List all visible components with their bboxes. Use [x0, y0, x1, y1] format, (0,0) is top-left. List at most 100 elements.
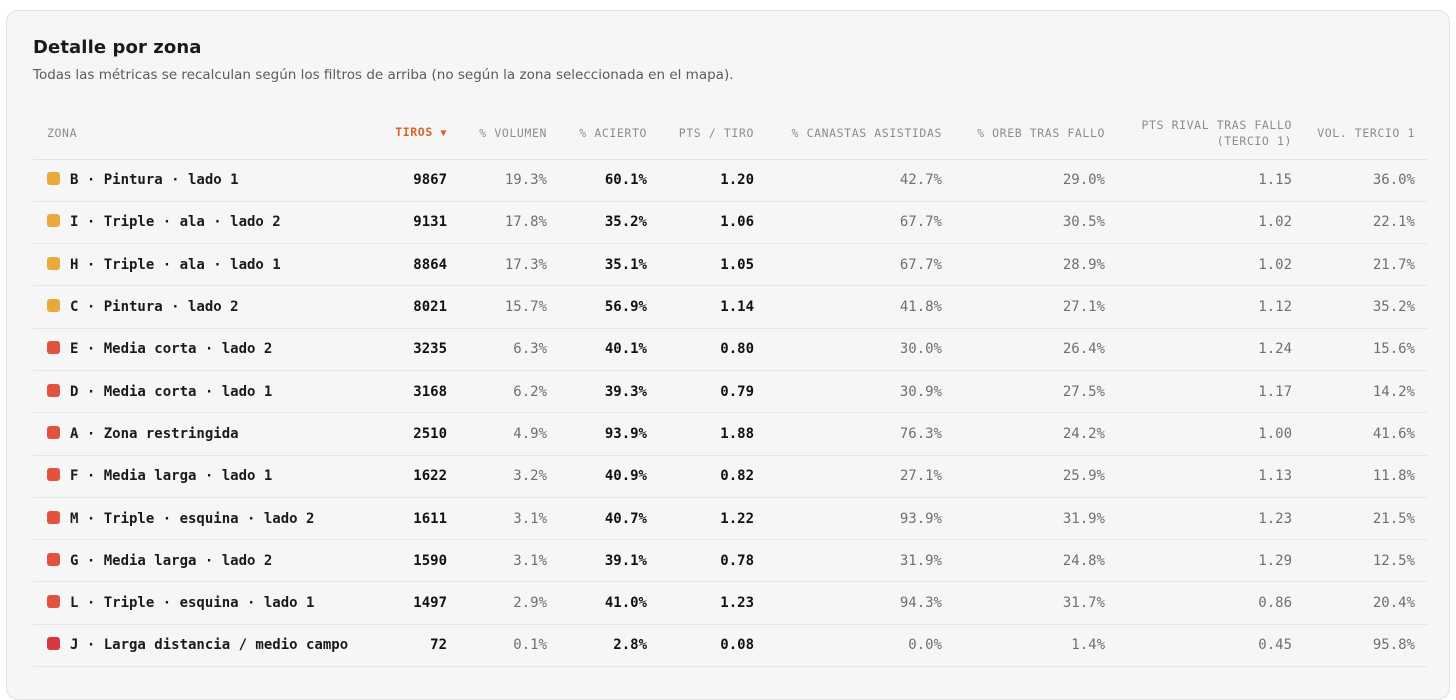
cell-tiros: 1497	[379, 581, 459, 625]
column-header-vol-tercio[interactable]: VOL. TERCIO 1	[1304, 107, 1427, 160]
zone-label: G · Media larga · lado 2	[70, 552, 273, 569]
column-header-tiros[interactable]: TIROS ▼	[379, 107, 459, 160]
cell-vol-tercio: 35.2%	[1304, 285, 1427, 329]
cell-pts-rival: 1.17	[1117, 370, 1304, 414]
table-header-row: ZONA TIROS ▼ % VOLUMEN % ACIERTO PTS / T…	[33, 107, 1427, 160]
zone-label: C · Pintura · lado 2	[70, 299, 239, 316]
table-row[interactable]: B · Pintura · lado 1 9867 19.3% 60.1% 1.20 42…	[33, 159, 1427, 202]
cell-asistidas: 30.9%	[766, 370, 954, 414]
cell-vol-tercio: 21.7%	[1304, 243, 1427, 287]
table-row[interactable]: I · Triple · ala · lado 2 9131 17.8% 35.2% 1…	[33, 201, 1427, 245]
cell-oreb: 24.8%	[954, 539, 1117, 583]
column-header-acierto[interactable]: % ACIERTO	[559, 107, 659, 160]
cell-zone: J · Larga distancia / medio campo	[33, 624, 379, 668]
table-row[interactable]: M · Triple · esquina · lado 2 1611 3.1% 40.…	[33, 497, 1427, 541]
cell-volumen: 6.3%	[459, 328, 559, 371]
cell-vol-tercio: 12.5%	[1304, 539, 1427, 583]
cell-oreb: 24.2%	[954, 412, 1117, 456]
cell-asistidas: 0.0%	[766, 624, 954, 668]
cell-tiros: 1622	[379, 455, 459, 498]
cell-zone: F · Media larga · lado 1	[33, 455, 379, 498]
cell-asistidas: 42.7%	[766, 159, 954, 202]
table-row[interactable]: E · Media corta · lado 2 3235 6.3% 40.1% 0.8…	[33, 328, 1427, 371]
zone-color-swatch	[47, 425, 60, 439]
cell-oreb: 29.0%	[954, 159, 1117, 202]
cell-tiros: 3168	[379, 370, 459, 414]
cell-zone: E · Media corta · lado 2	[33, 328, 379, 371]
column-header-pts-tiro[interactable]: PTS / TIRO	[659, 107, 766, 160]
cell-asistidas: 30.0%	[766, 328, 954, 371]
column-header-volumen[interactable]: % VOLUMEN	[459, 107, 559, 160]
table-row[interactable]: L · Triple · esquina · lado 1 1497 2.9% 41.…	[33, 581, 1427, 625]
cell-tiros: 8021	[379, 285, 459, 329]
table-row[interactable]: C · Pintura · lado 2 8021 15.7% 56.9% 1.14 41…	[33, 285, 1427, 329]
zone-color-swatch	[47, 595, 60, 609]
column-header-asistidas[interactable]: % CANASTAS ASISTIDAS	[766, 107, 954, 160]
zone-color-swatch	[47, 637, 60, 651]
cell-acierto: 40.9%	[559, 455, 659, 498]
cell-zone: A · Zona restringida	[33, 412, 379, 456]
zone-detail-table: ZONA TIROS ▼ % VOLUMEN % ACIERTO PTS / T…	[33, 107, 1427, 668]
cell-zone: L · Triple · esquina · lado 1	[33, 581, 379, 625]
cell-pts-rival: 1.24	[1117, 328, 1304, 371]
table-row[interactable]: J · Larga distancia / medio campo 72 0.1% 2…	[33, 624, 1427, 668]
cell-volumen: 3.1%	[459, 497, 559, 541]
cell-asistidas: 27.1%	[766, 455, 954, 498]
zone-label: J · Larga distancia / medio campo	[70, 637, 349, 654]
table-row[interactable]: F · Media larga · lado 1 1622 3.2% 40.9% 0.8…	[33, 455, 1427, 498]
zone-label: I · Triple · ala · lado 2	[70, 214, 281, 231]
column-header-zona[interactable]: ZONA	[33, 107, 379, 160]
cell-acierto: 35.2%	[559, 201, 659, 245]
cell-volumen: 17.8%	[459, 201, 559, 245]
cell-volumen: 17.3%	[459, 243, 559, 287]
cell-tiros: 1611	[379, 497, 459, 541]
cell-asistidas: 76.3%	[766, 412, 954, 456]
zone-color-swatch	[47, 552, 60, 566]
zone-label: D · Media corta · lado 1	[70, 383, 273, 400]
column-header-label: ZONA	[47, 125, 78, 140]
cell-volumen: 19.3%	[459, 159, 559, 202]
cell-zone: C · Pintura · lado 2	[33, 285, 379, 329]
cell-pts-rival: 0.45	[1117, 624, 1304, 668]
cell-vol-tercio: 36.0%	[1304, 159, 1427, 202]
table-row[interactable]: G · Media larga · lado 2 1590 3.1% 39.1% 0.7…	[33, 539, 1427, 583]
cell-asistidas: 41.8%	[766, 285, 954, 329]
cell-acierto: 41.0%	[559, 581, 659, 625]
table-row[interactable]: H · Triple · ala · lado 1 8864 17.3% 35.1% 1…	[33, 243, 1427, 287]
cell-oreb: 28.9%	[954, 243, 1117, 287]
zone-color-swatch	[47, 510, 60, 524]
cell-asistidas: 93.9%	[766, 497, 954, 541]
cell-volumen: 6.2%	[459, 370, 559, 414]
cell-pts-tiro: 0.78	[659, 539, 766, 583]
cell-vol-tercio: 20.4%	[1304, 581, 1427, 625]
cell-volumen: 4.9%	[459, 412, 559, 456]
cell-volumen: 3.2%	[459, 455, 559, 498]
cell-zone: I · Triple · ala · lado 2	[33, 201, 379, 245]
zone-label: F · Media larga · lado 1	[70, 468, 273, 485]
table-row[interactable]: A · Zona restringida 2510 4.9% 93.9% 1.88 76.…	[33, 412, 1427, 456]
section-title: Detalle por zona	[33, 37, 202, 58]
cell-pts-tiro: 1.20	[659, 159, 766, 202]
cell-vol-tercio: 11.8%	[1304, 455, 1427, 498]
cell-zone: G · Media larga · lado 2	[33, 539, 379, 583]
column-header-pts-rival[interactable]: PTS RIVAL TRAS FALLO (TERCIO 1)	[1117, 107, 1304, 160]
column-header-label: % CANASTAS ASISTIDAS	[791, 125, 942, 140]
cell-pts-tiro: 1.06	[659, 201, 766, 245]
cell-tiros: 3235	[379, 328, 459, 371]
column-header-oreb[interactable]: % OREB TRAS FALLO	[954, 107, 1117, 160]
cell-tiros: 8864	[379, 243, 459, 287]
zone-color-swatch	[47, 383, 60, 397]
column-header-label: PTS RIVAL TRAS FALLO	[1141, 117, 1292, 132]
cell-acierto: 56.9%	[559, 285, 659, 329]
cell-asistidas: 67.7%	[766, 243, 954, 287]
zone-label: L · Triple · esquina · lado 1	[70, 595, 315, 612]
cell-asistidas: 94.3%	[766, 581, 954, 625]
cell-zone: M · Triple · esquina · lado 2	[33, 497, 379, 541]
cell-vol-tercio: 21.5%	[1304, 497, 1427, 541]
table-row[interactable]: D · Media corta · lado 1 3168 6.2% 39.3% 0.7…	[33, 370, 1427, 414]
column-header-label: % ACIERTO	[579, 125, 647, 140]
cell-pts-tiro: 0.80	[659, 328, 766, 371]
cell-pts-tiro: 0.82	[659, 455, 766, 498]
cell-asistidas: 31.9%	[766, 539, 954, 583]
cell-pts-rival: 0.86	[1117, 581, 1304, 625]
